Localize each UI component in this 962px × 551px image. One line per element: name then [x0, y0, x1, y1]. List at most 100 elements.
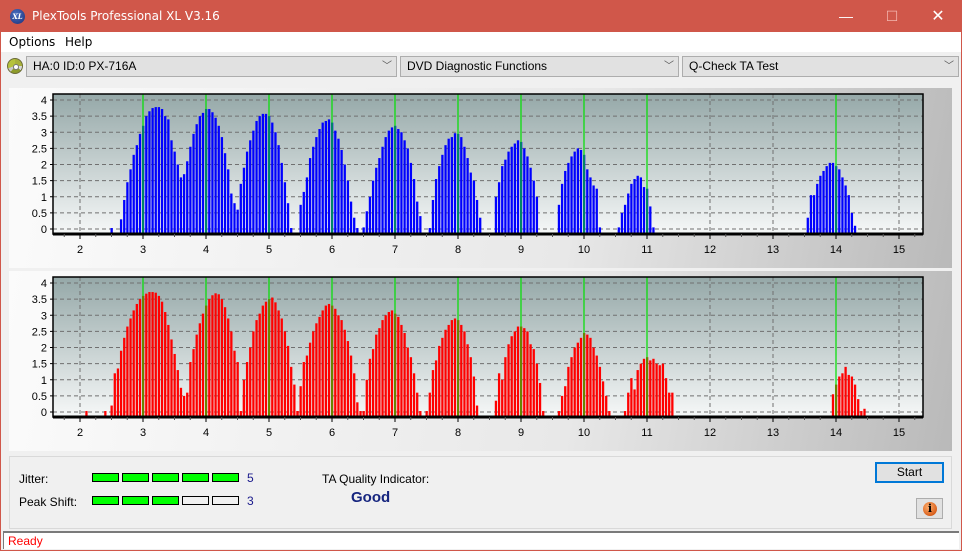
y-tick-label: 0 — [41, 224, 47, 236]
bar — [822, 170, 825, 234]
bar — [201, 112, 205, 234]
bar — [838, 376, 841, 417]
bar — [198, 323, 201, 417]
x-tick-label: 12 — [704, 427, 716, 439]
minimize-button[interactable]: — — [823, 1, 869, 32]
bar — [475, 405, 479, 417]
bar — [857, 399, 860, 417]
bar — [371, 180, 375, 234]
bar — [501, 166, 504, 234]
bar — [305, 355, 309, 417]
menu-options[interactable]: Options — [9, 35, 55, 49]
x-tick-label: 13 — [767, 244, 779, 256]
bar — [532, 349, 535, 417]
menu-help[interactable]: Help — [65, 35, 92, 49]
bar — [494, 400, 498, 417]
maximize-button[interactable]: ☐ — [869, 1, 915, 32]
bar — [627, 392, 630, 417]
start-button[interactable]: Start — [875, 462, 944, 483]
bar — [598, 366, 602, 417]
x-tick-label: 15 — [893, 244, 905, 256]
drive-select-value: HA:0 ID:0 PX-716A — [33, 59, 137, 73]
bar — [595, 188, 598, 234]
bar — [844, 366, 847, 417]
bar — [346, 341, 350, 417]
bar — [570, 357, 573, 417]
close-button[interactable]: ✕ — [915, 1, 961, 32]
bar — [151, 108, 154, 234]
bar — [595, 355, 598, 417]
bar — [535, 196, 539, 234]
bar — [318, 316, 321, 417]
bar — [819, 175, 822, 234]
bar — [308, 342, 312, 417]
bar — [353, 373, 356, 417]
bar — [661, 363, 665, 417]
bar — [630, 183, 633, 234]
bar — [324, 305, 327, 417]
bar — [630, 378, 633, 417]
y-tick-label: 1 — [41, 192, 47, 204]
bar — [403, 140, 406, 234]
bar — [560, 395, 564, 417]
bar — [220, 137, 224, 234]
bar — [157, 107, 161, 234]
bar — [516, 140, 520, 234]
jitter-segment — [182, 473, 209, 482]
bar — [334, 130, 337, 234]
peak-shift-segment — [212, 496, 239, 505]
bar — [138, 133, 142, 234]
drive-select[interactable]: HA:0 ID:0 PX-716A ﹀ — [26, 56, 397, 77]
bar — [321, 122, 324, 234]
bar — [371, 349, 375, 417]
bar — [252, 331, 255, 417]
bar — [472, 376, 476, 417]
bar — [460, 324, 463, 417]
bar — [529, 344, 532, 417]
x-tick-label: 4 — [203, 427, 209, 439]
bar — [605, 395, 608, 417]
bar — [274, 132, 277, 234]
bar — [170, 140, 173, 234]
x-tick-label: 14 — [830, 427, 842, 439]
bar — [343, 164, 346, 234]
x-tick-label: 8 — [455, 427, 461, 439]
bar — [293, 384, 296, 417]
y-tick-label: 1.5 — [32, 359, 47, 371]
bar — [664, 378, 668, 417]
bar — [809, 195, 813, 234]
x-tick-label: 2 — [77, 244, 83, 256]
app-logo-icon: XL — [10, 9, 25, 24]
y-tick-label: 4 — [41, 95, 47, 107]
bar — [387, 312, 390, 417]
bar — [642, 358, 646, 417]
bar — [497, 373, 501, 417]
bar — [513, 143, 516, 234]
bar — [579, 149, 583, 234]
bottom-chart: 0 0.5 1 1.5 2 2.5 3 3.5 4 2 3 4 5 6 7 8 9 10 11 12 13 14 15 — [32, 276, 924, 439]
bar — [825, 166, 828, 234]
chevron-down-icon: ﹀ — [944, 61, 954, 72]
bar — [838, 169, 841, 234]
bar — [513, 331, 516, 417]
bar — [365, 211, 368, 234]
bar — [299, 386, 302, 417]
bar — [406, 347, 409, 417]
bar — [154, 292, 157, 417]
bar — [255, 120, 258, 234]
bar — [176, 164, 179, 234]
bar — [570, 156, 573, 234]
x-tick-label: 8 — [455, 244, 461, 256]
bar — [397, 316, 400, 417]
bar — [516, 326, 520, 417]
bar — [324, 120, 327, 234]
bar — [592, 185, 595, 234]
info-button[interactable]: i — [916, 498, 943, 519]
bar — [507, 151, 510, 234]
bar — [201, 313, 205, 417]
bar — [245, 151, 249, 234]
bar — [532, 180, 535, 234]
function-select[interactable]: DVD Diagnostic Functions ﹀ — [400, 56, 679, 77]
bar — [466, 344, 469, 417]
test-select[interactable]: Q-Check TA Test ﹀ — [682, 56, 959, 77]
